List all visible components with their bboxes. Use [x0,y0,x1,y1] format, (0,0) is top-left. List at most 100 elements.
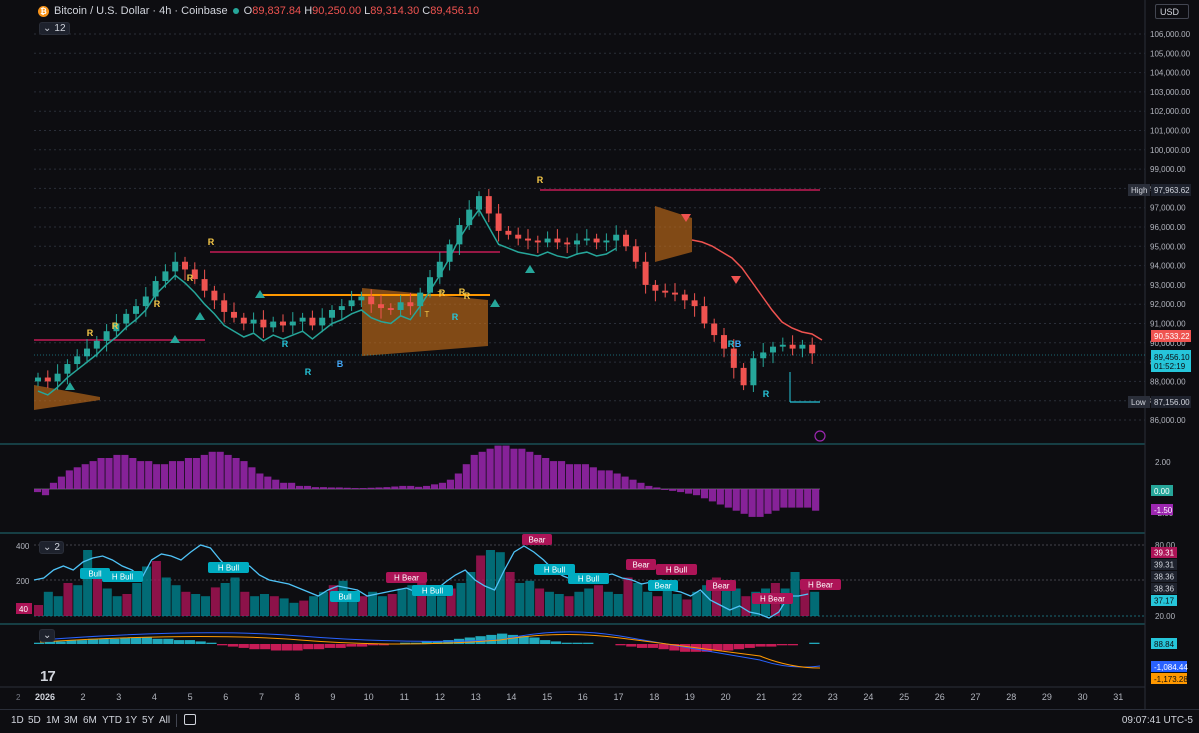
candle-body [662,290,669,293]
macd-bar [34,642,45,644]
volume-bar [53,596,63,616]
time-tick-label: 17 [613,692,623,702]
time-tick-label: 22 [792,692,802,702]
oscillator-bar [510,448,518,489]
volume-bar [230,577,240,616]
time-tick-label: 28 [1006,692,1016,702]
range-1d[interactable]: 1D [11,715,24,726]
price-tick-label: 104,000.00 [1150,69,1191,78]
volume-bar [299,600,309,616]
macd-bar [130,637,142,644]
rsi-pane-toggle[interactable]: ⌄ 2 [39,541,64,554]
oscillator-bar [121,454,129,489]
signal-label-r: R [728,339,735,349]
oscillator-bar [192,458,200,489]
range-5y[interactable]: 5Y [142,715,154,726]
volume-bar [102,588,112,616]
range-5d[interactable]: 5D [28,715,41,726]
volume-bar [377,596,387,616]
oscillator-bar [176,461,185,489]
volume-bar [151,561,161,616]
rsi-divergence-text: Bear [529,536,546,545]
currency-select[interactable]: USD [1155,4,1189,19]
price-tick-label: 91,000.00 [1150,320,1186,329]
oscillator-bar [296,485,304,489]
candle-body [730,348,737,368]
macd-bar [77,640,88,644]
macd-bar [184,640,196,644]
volume-bar [643,591,653,616]
oscillator-bar [558,461,566,489]
oscillator-bar [303,485,312,489]
price-tick-label: 86,000.00 [1150,416,1186,425]
candle-body [44,377,51,382]
time-tick-label: 18 [649,692,659,702]
macd-pane-toggle[interactable]: ⌄ [39,629,56,642]
range-1y[interactable]: 1Y [125,715,137,726]
indicator-tag-text: 90,533.22 [1154,332,1190,341]
candle-body [387,308,394,310]
calendar-icon[interactable] [184,714,196,725]
time-tick-label: 2 [80,692,85,702]
candle-body [789,344,796,349]
close-value: 89,456.10 [430,5,480,17]
clock[interactable]: 09:07:41 UTC-5 [1122,715,1193,726]
indicators-toggle[interactable]: ⌄ 12 [39,22,70,35]
volume-bar [397,588,407,616]
symbol-header[interactable]: ₿ Bitcoin / U.S. Dollar · 4h · Coinbase … [38,4,479,18]
candle-body [593,238,600,243]
logo-text: 17 [40,668,56,685]
volume-bar [741,596,751,616]
rsi-divergence-text: H Bull [218,564,240,573]
oscillator-bar [327,487,335,489]
price-tick-label: 106,000.00 [1150,30,1191,39]
candle-body [309,317,316,326]
price-tick-label: 99,000.00 [1150,165,1186,174]
candle-body [397,302,404,310]
osc-tick: 2.00 [1155,458,1171,467]
oscillator-bar [391,486,399,489]
tradingview-logo[interactable]: 17 [40,668,56,685]
rsi-tick: 20.00 [1155,612,1176,621]
bottom-toolbar: 1D 5D 1M 3M 6M YTD 1Y 5Y All 09:07:41 UT… [0,709,1199,733]
candle-body [74,356,81,365]
oscillator-bar [542,458,550,489]
range-3m[interactable]: 3M [64,715,78,726]
volume-bar [594,585,604,616]
volume-bar [485,550,495,616]
oscillator-bar [764,489,772,514]
oscillator-bar [454,473,462,489]
candle-body [211,290,218,301]
oscillator-bar [232,458,240,489]
chart-canvas[interactable]: 106,000.00 105,000.00 104,000.00 103,000.00… [0,0,1199,709]
range-1m[interactable]: 1M [46,715,60,726]
candle-body [623,234,629,247]
candle-body [64,364,71,374]
volume-bar [505,572,515,616]
volume-bar [603,591,613,616]
oscillator-bar [415,486,423,489]
candle-body [231,311,237,318]
macd-bar [626,644,637,647]
candle-body [554,238,561,243]
rsi-divergence-text: Bull [338,593,352,602]
macd-bar [572,642,583,644]
volume-bar [191,594,201,616]
range-ytd[interactable]: YTD [102,715,122,726]
range-all[interactable]: All [159,715,170,726]
signal-label-r: R [305,367,312,377]
rsi-divergence-text: H Bull [666,566,688,575]
time-tick-label: 14 [506,692,516,702]
candle-body [142,296,149,307]
macd-bar [98,638,109,644]
candle-body [407,302,414,307]
symbol-title[interactable]: Bitcoin / U.S. Dollar · 4h · Coinbase [54,5,228,17]
oscillator-bar [573,464,582,489]
time-tick-label: 15 [542,692,552,702]
volume-bar [731,588,741,616]
range-6m[interactable]: 6M [83,715,97,726]
volume-bar [574,591,584,616]
oscillator-bar [756,489,764,517]
chevron-down-icon: ⌄ [43,542,52,553]
candle-body [240,317,247,324]
